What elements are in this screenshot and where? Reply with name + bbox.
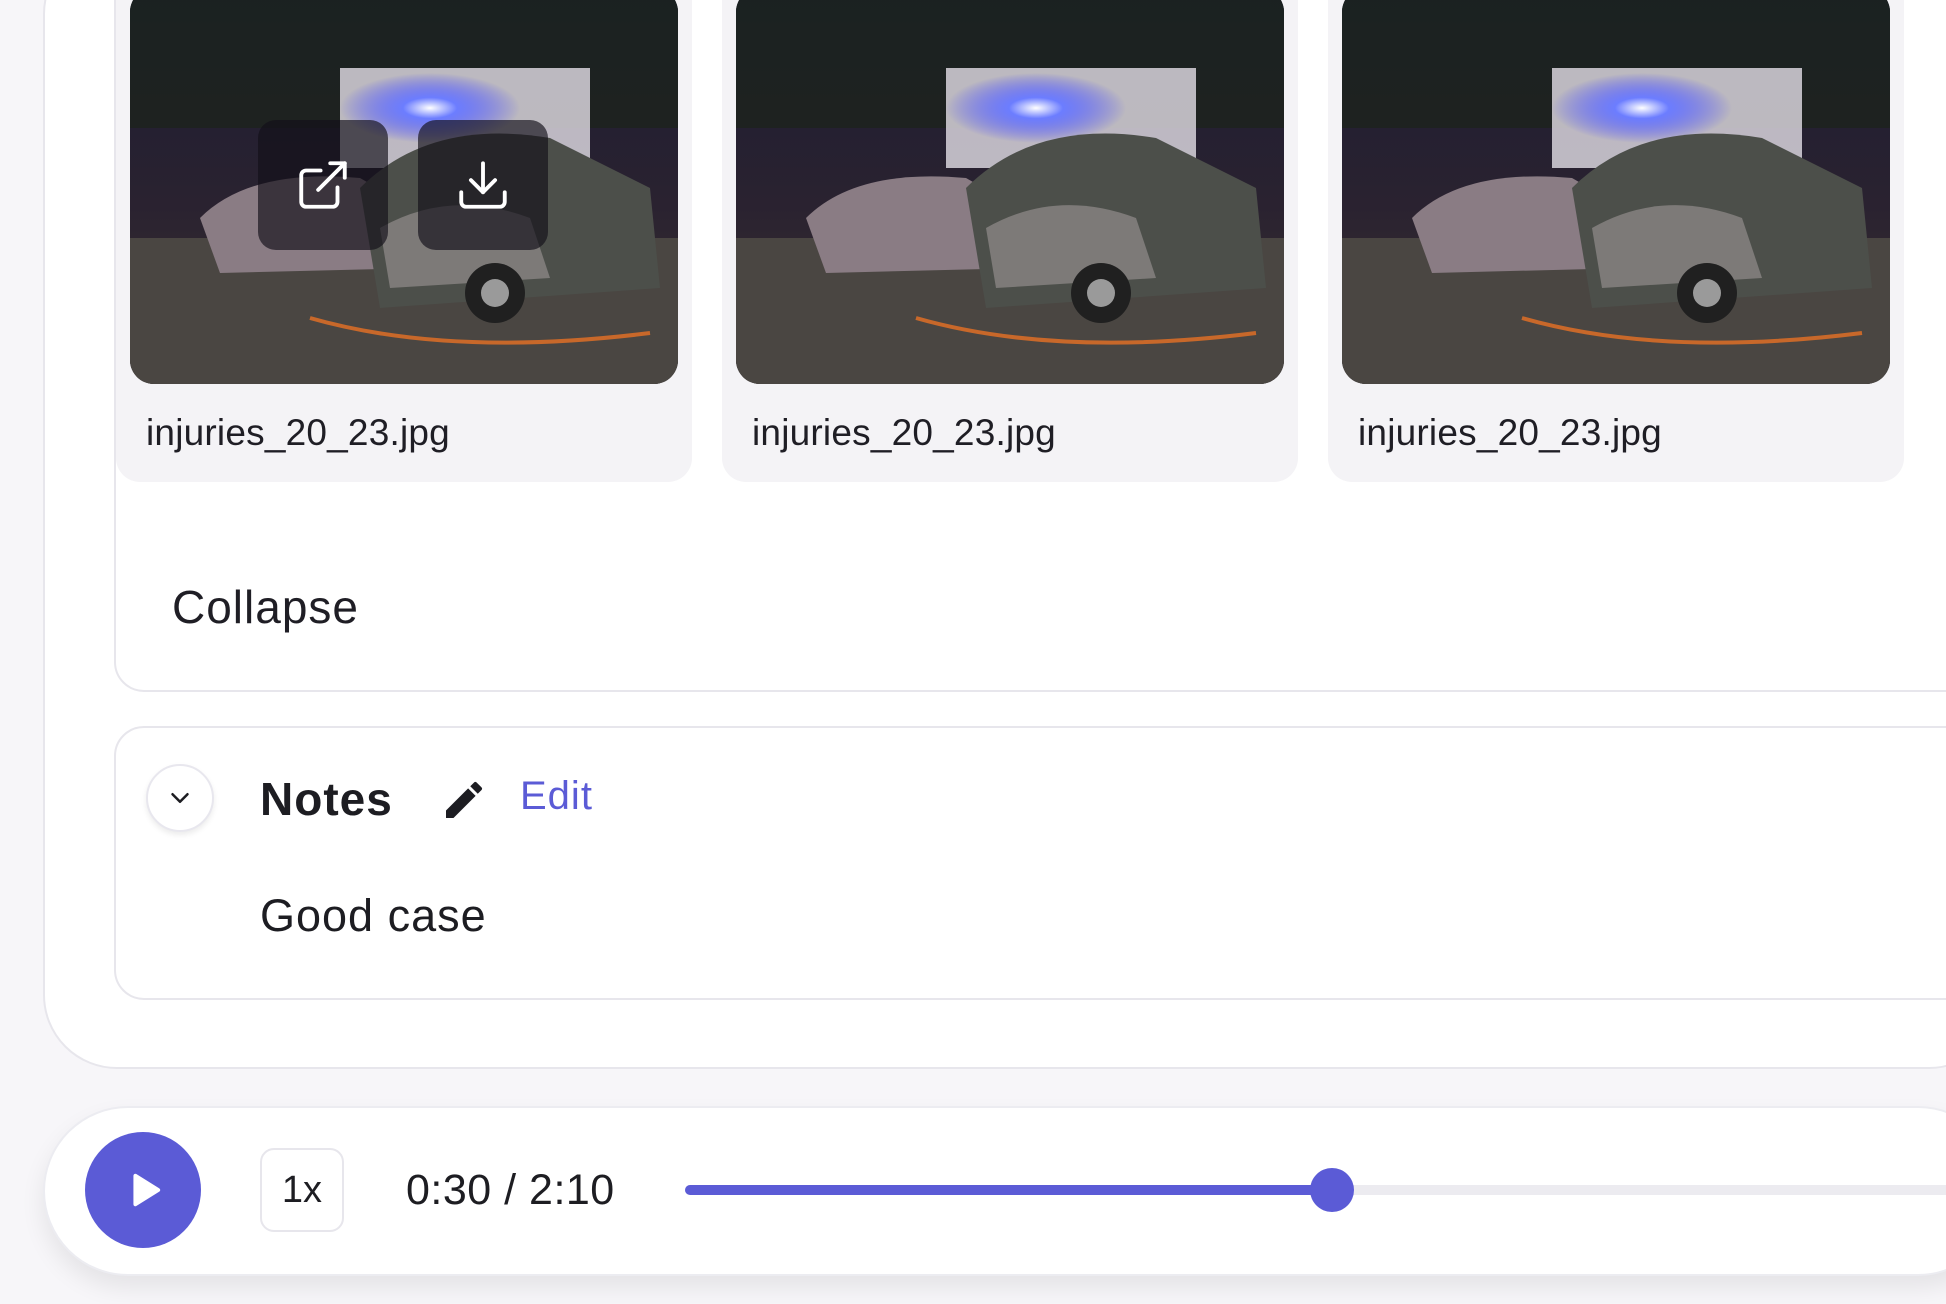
pencil-icon[interactable] xyxy=(440,776,488,824)
time-display: 0:30 / 2:10 xyxy=(406,1166,615,1214)
progress-handle[interactable] xyxy=(1309,1168,1354,1212)
attachment-filename: injuries_20_23.jpg xyxy=(146,412,450,453)
progress-slider[interactable] xyxy=(685,1168,1946,1212)
edit-notes-link[interactable]: Edit xyxy=(520,774,593,819)
notes-toggle-button[interactable] xyxy=(146,764,214,832)
external-link-icon xyxy=(299,161,347,209)
play-icon xyxy=(133,1173,161,1207)
attachment-card[interactable]: injuries_20_23.jpg xyxy=(1328,0,1904,482)
attachment-card[interactable]: injuries_20_23.jpg xyxy=(116,0,692,482)
notes-content: Good case xyxy=(260,890,487,941)
download-button[interactable] xyxy=(418,120,548,250)
attachment-thumbnail[interactable] xyxy=(1342,0,1890,384)
notes-section: Notes Edit Good case xyxy=(114,726,1946,1000)
chevron-down-icon xyxy=(171,793,189,803)
progress-fill xyxy=(685,1185,1332,1195)
attachment-thumbnail[interactable] xyxy=(736,0,1284,384)
attachment-filename: injuries_20_23.jpg xyxy=(1358,412,1662,453)
attachment-filename: injuries_20_23.jpg xyxy=(752,412,1056,453)
audio-player: 1x 0:30 / 2:10 xyxy=(43,1106,1946,1276)
playback-speed-button[interactable]: 1x xyxy=(260,1148,344,1232)
attachments-section: injuries_20_23.jpg injuries_20_23.jpg in… xyxy=(114,0,1946,692)
play-button[interactable] xyxy=(85,1132,201,1248)
attachment-thumbnail[interactable] xyxy=(130,0,678,384)
attachment-card[interactable]: injuries_20_23.jpg xyxy=(722,0,1298,482)
open-in-new-tab-button[interactable] xyxy=(258,120,388,250)
download-icon xyxy=(459,161,507,209)
collapse-button[interactable]: Collapse xyxy=(172,580,359,634)
notes-title: Notes xyxy=(260,773,393,825)
